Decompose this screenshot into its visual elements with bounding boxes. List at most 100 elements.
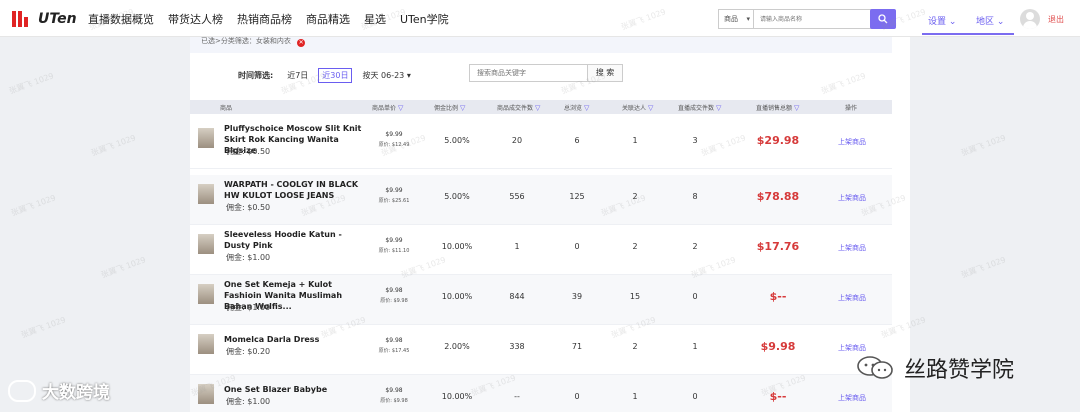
search-input[interactable] <box>754 9 872 29</box>
original-price: 原价: $17.45 <box>378 348 410 354</box>
header-search: 商品 <box>718 9 898 29</box>
product-name[interactable]: WARPATH - COOLGY IN BLACK HW KULOT LOOSE… <box>224 179 364 201</box>
product-thumbnail[interactable] <box>198 334 214 354</box>
search-button[interactable] <box>870 9 896 29</box>
nav-product-picks[interactable]: 商品精选 <box>306 11 350 27</box>
nav-academy[interactable]: UTen学院 <box>400 11 449 27</box>
logo-text: UTen <box>38 11 77 27</box>
selected-filter-bar: 已选>分类筛选：女装和内衣 ✕ <box>190 37 892 53</box>
clear-filter-icon[interactable]: ✕ <box>297 39 306 47</box>
product-thumbnail[interactable] <box>198 284 214 304</box>
unit-price: $9.98 <box>385 337 403 344</box>
time-option-by-day[interactable]: 按天 06-23 ▾ <box>358 68 414 83</box>
product-commission: 佣金: $0.20 <box>226 347 271 356</box>
list-product-button[interactable]: 上架商品 <box>826 243 878 253</box>
live-units-sold: 3 <box>692 136 698 145</box>
units-sold: 338 <box>509 342 525 351</box>
search-type-select[interactable]: 商品 <box>718 9 754 29</box>
chat-bubbles-icon <box>857 356 893 379</box>
col-header[interactable]: 直播销售总额 ▽ <box>756 103 799 112</box>
product-keyword-input[interactable] <box>469 64 589 82</box>
watermark-text: 张翼飞 1029 <box>959 133 1008 158</box>
product-thumbnail[interactable] <box>198 234 214 254</box>
nav-hot-products[interactable]: 热销商品榜 <box>237 11 292 27</box>
total-views: 71 <box>571 342 583 351</box>
commission-rate: 10.00% <box>441 392 473 401</box>
commission-rate: 10.00% <box>441 292 473 301</box>
search-icon <box>878 14 888 24</box>
table-row: Pluffyschoice Moscow Slit Knit Skirt Rok… <box>190 119 892 169</box>
watermark-text: 张翼飞 1029 <box>89 133 138 158</box>
col-header[interactable]: 总浏览 ▽ <box>564 103 589 112</box>
total-views: 39 <box>571 292 583 301</box>
list-product-button[interactable]: 上架商品 <box>826 393 878 403</box>
live-units-sold: 0 <box>692 292 698 301</box>
list-product-button[interactable]: 上架商品 <box>826 293 878 303</box>
live-sales-total: $29.98 <box>756 134 800 147</box>
time-filter: 时间筛选: 近7日 近30日 按天 06-23 ▾ <box>238 68 421 83</box>
avatar[interactable] <box>1020 9 1040 29</box>
col-header[interactable]: 商品单价 ▽ <box>372 103 403 112</box>
live-sales-total: $78.88 <box>756 190 800 203</box>
logo-icon <box>12 10 34 28</box>
product-thumbnail[interactable] <box>198 128 214 148</box>
logout-link[interactable]: 退出 <box>1048 14 1064 25</box>
nav-star-picks[interactable]: 星选 <box>364 11 386 27</box>
commission-rate: 10.00% <box>441 242 473 251</box>
settings-menu[interactable]: 设置 ⌄ <box>928 14 956 27</box>
table-row: One Set Kemeja + Kulot Fashioin Wanita M… <box>190 275 892 325</box>
product-name[interactable]: Sleeveless Hoodie Katun - Dusty Pink <box>224 229 364 251</box>
col-header: 商品 <box>220 105 233 112</box>
region-menu[interactable]: 地区 ⌄ <box>976 14 1004 27</box>
linked-influencers: 15 <box>629 292 641 301</box>
product-commission: 佣金: $1.00 <box>226 303 271 312</box>
product-name[interactable]: One Set Blazer Babybe <box>224 384 364 395</box>
col-header[interactable]: 佣金比例 ▽ <box>434 103 465 112</box>
product-commission: 佣金: $1.00 <box>226 253 271 262</box>
col-header[interactable]: 直播成交件数 ▽ <box>678 103 721 112</box>
product-thumbnail[interactable] <box>198 384 214 404</box>
list-product-button[interactable]: 上架商品 <box>826 193 878 203</box>
total-views: 0 <box>574 242 580 251</box>
commission-rate: 2.00% <box>444 342 470 351</box>
unit-price: $9.98 <box>385 387 403 394</box>
col-header[interactable]: 关联达人 ▽ <box>622 103 653 112</box>
top-nav-bar: UTen 直播数据概览 带货达人榜 热销商品榜 商品精选 星选 UTen学院 商… <box>0 0 1080 37</box>
live-units-sold: 0 <box>692 392 698 401</box>
live-units-sold: 2 <box>692 242 698 251</box>
table-row: WARPATH - COOLGY IN BLACK HW KULOT LOOSE… <box>190 175 892 225</box>
table-row: Momelca Darla Dress 佣金: $0.20 $9.98 原价: $17… <box>190 325 892 375</box>
linked-influencers: 2 <box>632 342 638 351</box>
linked-influencers: 1 <box>632 136 638 145</box>
filter-icon[interactable]: ▽ <box>535 104 540 112</box>
nav-live-overview[interactable]: 直播数据概览 <box>88 11 154 27</box>
total-views: 0 <box>574 392 580 401</box>
watermark-text: 张翼飞 1029 <box>9 193 58 218</box>
product-search-button[interactable]: 搜 索 <box>587 64 623 82</box>
product-commission: 佣金: $1.00 <box>226 397 271 406</box>
col-header[interactable]: 商品成交件数 ▽ <box>497 103 540 112</box>
chevron-down-icon: ⌄ <box>948 17 957 27</box>
time-option-7d[interactable]: 近7日 <box>283 68 312 83</box>
filter-icon[interactable]: ▽ <box>398 104 403 112</box>
filter-icon[interactable]: ▽ <box>794 104 799 112</box>
nav-influencer-rank[interactable]: 带货达人榜 <box>168 11 223 27</box>
live-units-sold: 1 <box>692 342 698 351</box>
original-price: 原价: $9.98 <box>380 298 408 304</box>
filter-icon[interactable]: ▽ <box>460 104 465 112</box>
unit-price: $9.99 <box>385 187 403 194</box>
linked-influencers: 1 <box>632 392 638 401</box>
filter-icon[interactable]: ▽ <box>584 104 589 112</box>
filter-icon[interactable]: ▽ <box>716 104 721 112</box>
chevron-down-icon: ⌄ <box>996 17 1005 27</box>
original-price: 原价: $12.49 <box>378 142 410 148</box>
watermark-text: 张翼飞 1029 <box>99 255 148 280</box>
time-option-30d[interactable]: 近30日 <box>318 68 353 83</box>
units-sold: 844 <box>509 292 525 301</box>
unit-price: $9.98 <box>385 287 403 294</box>
product-thumbnail[interactable] <box>198 184 214 204</box>
product-name[interactable]: Momelca Darla Dress <box>224 334 364 345</box>
list-product-button[interactable]: 上架商品 <box>826 137 878 147</box>
filter-icon[interactable]: ▽ <box>648 104 653 112</box>
logo[interactable]: UTen <box>12 9 77 29</box>
